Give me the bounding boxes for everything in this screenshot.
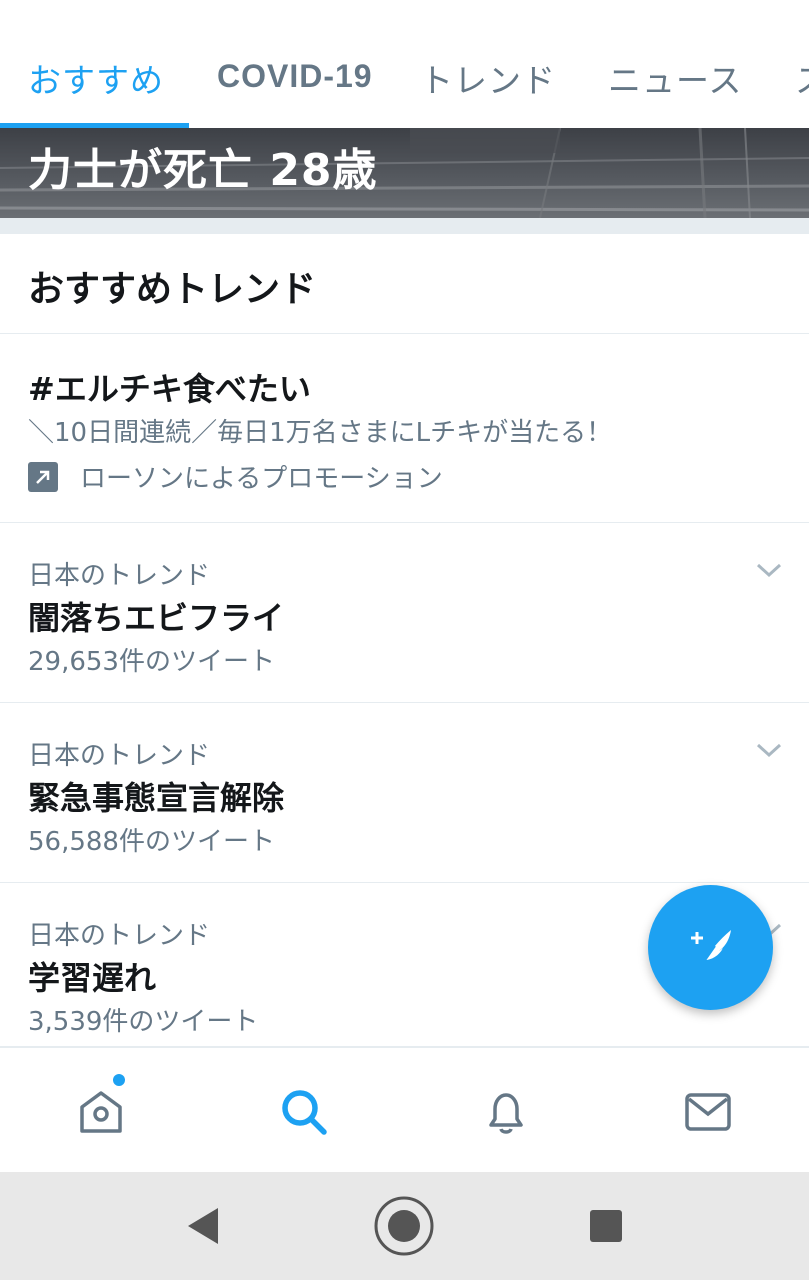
promoted-by-label: ローソンによるプロモーション (80, 464, 443, 494)
promoted-trend-description: ＼10日間連続／毎日1万名さまにLチキが当たる！ (28, 418, 613, 448)
home-circle-icon (374, 1196, 434, 1256)
search-icon (282, 1090, 327, 1135)
home-system-button[interactable] (373, 1195, 435, 1257)
compose-tweet-button[interactable] (648, 885, 773, 1010)
trend-tweet-count: 56,588件のツイート (28, 827, 275, 857)
compose-feather-icon (690, 929, 731, 967)
nav-messages[interactable] (682, 1086, 734, 1138)
trend-name: 闇落ちエビフライ (28, 599, 285, 637)
home-icon (80, 1091, 122, 1133)
back-button[interactable] (180, 1204, 224, 1248)
section-divider (0, 218, 809, 234)
trend-context: 日本のトレンド (28, 561, 211, 591)
promoted-trend-title: #エルチキ食べたい (28, 370, 311, 408)
section-title: おすすめトレンド (28, 269, 317, 310)
tab-news[interactable]: ニュース (608, 54, 742, 102)
trend-context: 日本のトレンド (28, 741, 211, 771)
explore-tabs: おすすめ COVID-19 トレンド ニュース ス (0, 0, 809, 128)
nav-search[interactable] (278, 1086, 330, 1138)
home-notification-dot (113, 1074, 125, 1086)
recents-square-icon (590, 1210, 622, 1242)
tab-trends[interactable]: トレンド (420, 54, 556, 102)
trend-tweet-count: 3,539件のツイート (28, 1007, 259, 1037)
hero-headline: 力士が死亡 28歳 (28, 145, 378, 196)
nav-notifications[interactable] (480, 1086, 532, 1138)
trend-name: 緊急事態宣言解除 (28, 779, 285, 817)
trend-item[interactable]: 日本のトレンド 緊急事態宣言解除 56,588件のツイート (0, 703, 809, 883)
section-header: おすすめトレンド (0, 234, 809, 334)
back-triangle-icon (188, 1208, 218, 1244)
bottom-navigation (0, 1047, 809, 1172)
trend-tweet-count: 29,653件のツイート (28, 647, 275, 677)
promoted-by-row: ローソンによるプロモーション (28, 458, 443, 495)
system-navigation-bar (0, 1172, 809, 1280)
trend-item[interactable]: 日本のトレンド 闇落ちエビフライ 29,653件のツイート (0, 523, 809, 703)
chevron-down-icon[interactable] (755, 561, 783, 579)
tab-sports-partial[interactable]: ス (795, 54, 809, 102)
mail-icon (685, 1093, 731, 1131)
tab-recommended[interactable]: おすすめ (28, 54, 164, 102)
promoted-trend[interactable]: #エルチキ食べたい ＼10日間連続／毎日1万名さまにLチキが当たる！ ローソンに… (0, 334, 809, 523)
bell-icon (489, 1093, 523, 1134)
chevron-down-icon[interactable] (755, 741, 783, 759)
hero-banner[interactable]: 力士が死亡 28歳 (0, 128, 809, 218)
nav-home[interactable] (75, 1086, 127, 1138)
tab-covid19[interactable]: COVID-19 (217, 58, 373, 95)
promoted-arrow-icon (28, 461, 58, 492)
trend-context: 日本のトレンド (28, 921, 211, 951)
recents-button[interactable] (588, 1208, 624, 1244)
trend-name: 学習遅れ (28, 959, 157, 997)
